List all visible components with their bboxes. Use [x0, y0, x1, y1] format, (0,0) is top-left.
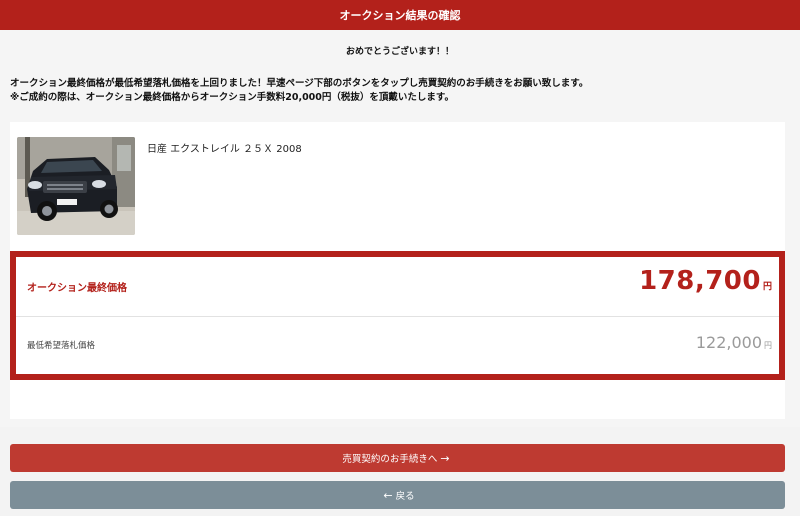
contract-button[interactable]: 売買契約のお手続きへ →: [10, 444, 785, 472]
final-price-label: オークション最終価格: [27, 283, 127, 294]
arrow-left-icon: ←: [383, 488, 393, 502]
page-title: オークション結果の確認: [339, 9, 461, 22]
price-box: オークション最終価格 178,700 円 最低希望落札価格 122,000 円: [10, 251, 785, 380]
car-photo-image: [17, 137, 135, 235]
final-price-row: オークション最終価格 178,700 円: [16, 257, 779, 317]
min-price-label: 最低希望落札価格: [27, 341, 96, 351]
vehicle-name: 日産 エクストレイル ２５Ｘ 2008: [147, 144, 302, 155]
min-price-row: 最低希望落札価格 122,000 円: [16, 317, 779, 374]
congrats-message: おめでとうございます！！: [345, 47, 454, 57]
min-price-number: 122,000: [695, 333, 762, 352]
main-content: おめでとうございます！！ オークション最終価格が最低希望落札価格を上回りました！…: [0, 30, 800, 427]
arrow-right-icon: →: [440, 451, 450, 465]
notice-line-1: オークション最終価格が最低希望落札価格を上回りました！早速ページ下部のボタンをタ…: [10, 78, 589, 89]
min-price-value: 122,000 円: [696, 333, 772, 352]
min-price-unit: 円: [764, 341, 772, 350]
car-photo: [17, 137, 135, 235]
contract-button-label: 売買契約のお手続きへ: [342, 454, 438, 465]
notice-line-2: ※ご成約の際は、オークション最終価格からオークション手数料20,000円（税抜）…: [10, 92, 454, 103]
final-price-number: 178,700: [639, 266, 761, 296]
vehicle-card: 日産 エクストレイル ２５Ｘ 2008 オークション最終価格 178,700 円…: [10, 122, 785, 419]
back-button-label: 戻る: [395, 491, 415, 502]
final-price-unit: 円: [762, 282, 772, 292]
page-header: オークション結果の確認: [0, 0, 800, 30]
final-price-value: 178,700 円: [639, 266, 772, 296]
notice-text: オークション最終価格が最低希望落札価格を上回りました！早速ページ下部のボタンをタ…: [10, 77, 790, 105]
back-button[interactable]: ← 戻る: [10, 481, 785, 509]
